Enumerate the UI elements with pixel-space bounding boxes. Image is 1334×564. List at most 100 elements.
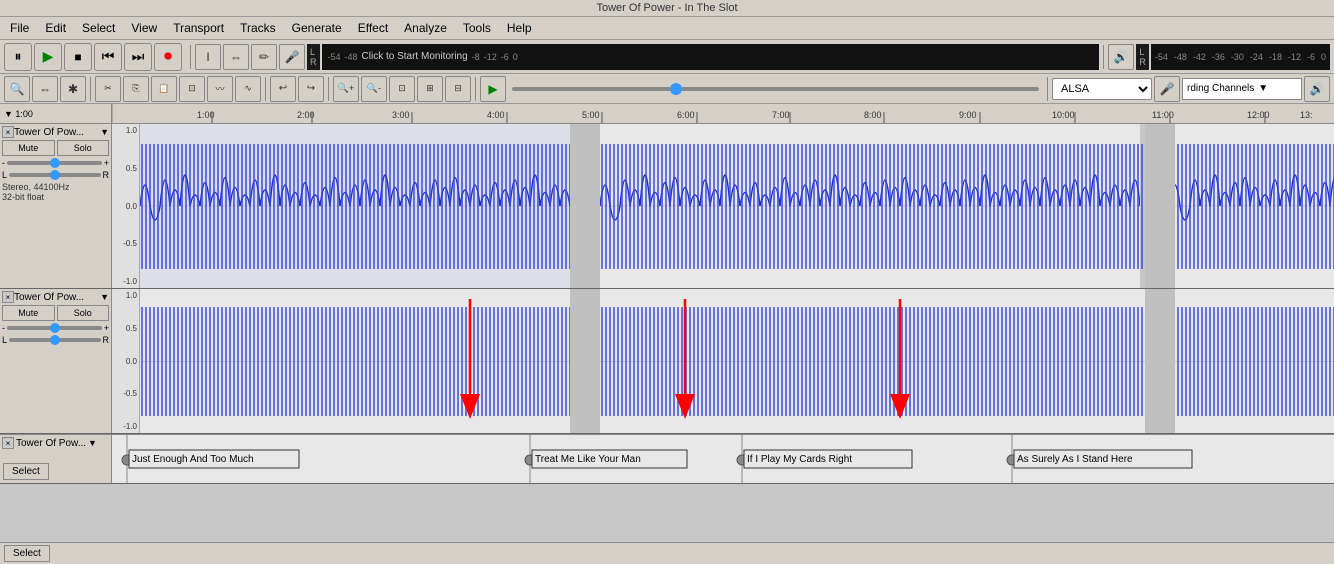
menu-bar: File Edit Select View Transport Tracks G… <box>0 17 1334 40</box>
vu-scale-0: 0 <box>513 52 518 62</box>
track-2-close[interactable]: × <box>2 291 14 303</box>
timeline-thumb[interactable] <box>670 83 682 95</box>
wave-btn[interactable]: ∿ <box>235 76 261 102</box>
track-2: × Tower Of Pow... ▼ Mute Solo - + L <box>0 289 1334 434</box>
ruler-left-spacer: ▼ 1:00 <box>0 104 112 123</box>
labels-close[interactable]: × <box>2 437 14 449</box>
svg-text:6:00: 6:00 <box>677 110 695 120</box>
pan-l-2: L <box>2 335 7 345</box>
skip-forward-button[interactable]: ⏭ <box>124 43 152 71</box>
menu-analyze[interactable]: Analyze <box>398 19 453 37</box>
track-1-header: × Tower Of Pow... ▼ <box>2 126 109 138</box>
zoom-in-btn[interactable]: 🔍 <box>4 76 30 102</box>
fit-btn[interactable]: ⇔ <box>32 76 58 102</box>
play-small[interactable]: ▶ <box>480 76 506 102</box>
vu-r-42: -42 <box>1193 52 1206 62</box>
redo-btn[interactable]: ↪ <box>298 76 324 102</box>
copy-btn[interactable]: ⎘ <box>123 76 149 102</box>
pan-slider-1[interactable] <box>9 173 100 177</box>
mute-solo-2: Mute Solo <box>2 305 109 321</box>
device-select[interactable]: ALSA PulseAudio <box>1052 78 1152 100</box>
speaker-dropdown[interactable]: 🔊 <box>1304 76 1330 102</box>
vu-scale-12: -12 <box>484 52 497 62</box>
waveform-svg-2 <box>140 289 1334 433</box>
track-1-waveform[interactable]: 1.0 0.5 0.0 -0.5 -1.0 <box>112 124 1334 288</box>
track-1-close[interactable]: × <box>2 126 14 138</box>
pan-thumb-2[interactable] <box>50 335 60 345</box>
silence-btn[interactable]: 〰 <box>207 76 233 102</box>
menu-help[interactable]: Help <box>501 19 538 37</box>
svg-text:Just Enough And Too Much: Just Enough And Too Much <box>132 454 254 465</box>
gain-plus-2: + <box>104 323 109 333</box>
waveform-dense-1 <box>140 124 1334 288</box>
menu-tracks[interactable]: Tracks <box>234 19 282 37</box>
sep-5 <box>475 77 476 101</box>
menu-effect[interactable]: Effect <box>352 19 394 37</box>
menu-select[interactable]: Select <box>76 19 121 37</box>
track-2-dropdown[interactable]: ▼ <box>100 292 109 302</box>
labels-dropdown[interactable]: ▼ <box>88 438 97 448</box>
track-2-name: Tower Of Pow... <box>14 292 100 303</box>
sep-2 <box>90 77 91 101</box>
pan-row-2: L R <box>2 335 109 345</box>
pan-slider-2[interactable] <box>9 338 100 342</box>
track-1-bit-depth: 32-bit float <box>2 192 109 202</box>
mic-button[interactable]: 🎤 <box>1154 76 1180 102</box>
ruler-svg: 1:00 2:00 3:00 4:00 5:00 6:00 7:00 8:00 … <box>112 104 1334 123</box>
timeline-slider[interactable] <box>512 87 1039 91</box>
toolbar-top: ⏸ ▶ ■ ⏮ ⏭ ⏺ I ⇔ ✏ 🎤 LR -54 -48 Click to … <box>0 40 1334 74</box>
multi-btn[interactable]: ✱ <box>60 76 86 102</box>
trim-btn[interactable]: ⊡ <box>179 76 205 102</box>
stop-button[interactable]: ■ <box>64 43 92 71</box>
zoom-tool[interactable]: ⇔ <box>223 44 249 70</box>
gain-thumb-1[interactable] <box>50 158 60 168</box>
cut-btn[interactable]: ✂ <box>95 76 121 102</box>
fit-view[interactable]: ⊡ <box>389 76 415 102</box>
vu-scale-6: -6 <box>501 52 509 62</box>
solo-1[interactable]: Solo <box>57 140 110 156</box>
menu-transport[interactable]: Transport <box>167 19 230 37</box>
mic-tool[interactable]: 🎤 <box>279 44 305 70</box>
track-2-header: × Tower Of Pow... ▼ <box>2 291 109 303</box>
solo-2[interactable]: Solo <box>57 305 110 321</box>
gain-slider-2[interactable] <box>7 326 102 330</box>
speaker-icon[interactable]: 🔊 <box>1108 44 1134 70</box>
track-1-name: Tower Of Pow... <box>14 127 100 138</box>
pan-thumb-1[interactable] <box>50 170 60 180</box>
status-select-btn[interactable]: Select <box>4 545 50 562</box>
play-button[interactable]: ▶ <box>34 43 62 71</box>
recording-channels[interactable]: rding Channels ▼ <box>1182 78 1302 100</box>
menu-view[interactable]: View <box>125 19 163 37</box>
draw-tool[interactable]: ✏ <box>251 44 277 70</box>
record-button[interactable]: ⏺ <box>154 43 182 71</box>
click-to-monitor[interactable]: Click to Start Monitoring <box>362 51 468 62</box>
y-axis-2: 1.0 0.5 0.0 -0.5 -1.0 <box>112 289 140 433</box>
mute-solo-1: Mute Solo <box>2 140 109 156</box>
labels-select-btn[interactable]: Select <box>3 463 49 480</box>
labels-track-name: Tower Of Pow... <box>16 438 86 449</box>
gain-slider-1[interactable] <box>7 161 102 165</box>
gain-thumb-2[interactable] <box>50 323 60 333</box>
mute-2[interactable]: Mute <box>2 305 55 321</box>
cursor-tool[interactable]: I <box>195 44 221 70</box>
track-2-waveform[interactable]: 1.0 0.5 0.0 -0.5 -1.0 <box>112 289 1334 433</box>
menu-file[interactable]: File <box>4 19 35 37</box>
pan-l-1: L <box>2 170 7 180</box>
zoom-sel[interactable]: ⊞ <box>417 76 443 102</box>
vu-r-0: 0 <box>1321 52 1326 62</box>
track-1-dropdown[interactable]: ▼ <box>100 127 109 137</box>
pause-button[interactable]: ⏸ <box>4 43 32 71</box>
gain-minus-1: - <box>2 158 5 168</box>
zoom-out-2[interactable]: 🔍- <box>361 76 387 102</box>
gain-row-2: - + <box>2 323 109 333</box>
skip-back-button[interactable]: ⏮ <box>94 43 122 71</box>
menu-edit[interactable]: Edit <box>39 19 72 37</box>
undo-btn[interactable]: ↩ <box>270 76 296 102</box>
paste-btn[interactable]: 📋 <box>151 76 177 102</box>
menu-generate[interactable]: Generate <box>286 19 348 37</box>
mute-1[interactable]: Mute <box>2 140 55 156</box>
zoom-in-2[interactable]: 🔍+ <box>333 76 359 102</box>
zoom-w[interactable]: ⊟ <box>445 76 471 102</box>
toolbar-bottom: 🔍 ⇔ ✱ ✂ ⎘ 📋 ⊡ 〰 ∿ ↩ ↪ 🔍+ 🔍- ⊡ ⊞ ⊟ ▶ ALSA… <box>0 74 1334 104</box>
menu-tools[interactable]: Tools <box>457 19 497 37</box>
